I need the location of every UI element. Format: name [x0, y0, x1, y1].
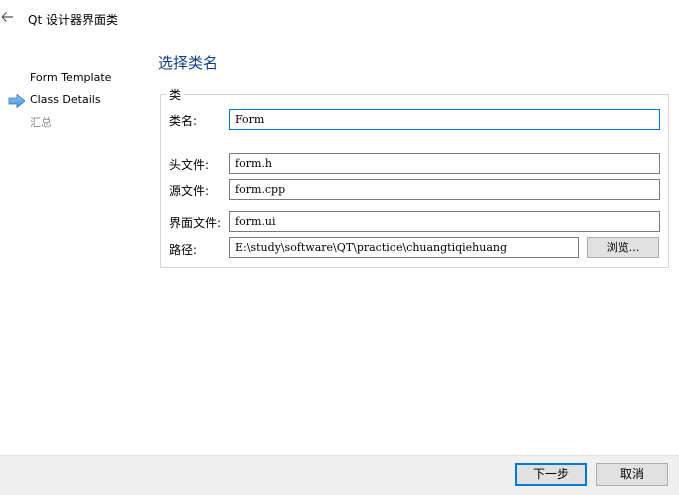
next-button[interactable]: 下一步	[515, 463, 587, 486]
header-file-input[interactable]: form.h	[229, 153, 660, 174]
step-form-template: Form Template	[30, 71, 112, 84]
class-name-input[interactable]: Form	[229, 109, 660, 130]
header-file-label: 头文件:	[169, 158, 210, 172]
cancel-button[interactable]: 取消	[596, 463, 668, 486]
path-label: 路径:	[169, 243, 198, 257]
title-bar: Qt 设计器界面类	[0, 0, 679, 38]
path-input[interactable]: E:\study\software\QT\practice\chuangtiqi…	[229, 237, 579, 258]
class-name-label: 类名:	[169, 114, 198, 128]
ui-file-input[interactable]: form.ui	[229, 211, 660, 232]
step-class-details: Class Details	[30, 93, 101, 106]
back-arrow-icon[interactable]	[0, 9, 16, 25]
groupbox-legend: 类	[166, 86, 185, 103]
step-summary: 汇总	[30, 116, 52, 129]
current-step-arrow-icon	[8, 93, 26, 109]
page-title: 选择类名	[158, 54, 219, 72]
window-title: Qt 设计器界面类	[28, 13, 118, 27]
browse-button[interactable]: 浏览...	[587, 237, 659, 258]
ui-file-label: 界面文件:	[169, 216, 222, 230]
source-file-label: 源文件:	[169, 184, 210, 198]
source-file-input[interactable]: form.cpp	[229, 179, 660, 200]
